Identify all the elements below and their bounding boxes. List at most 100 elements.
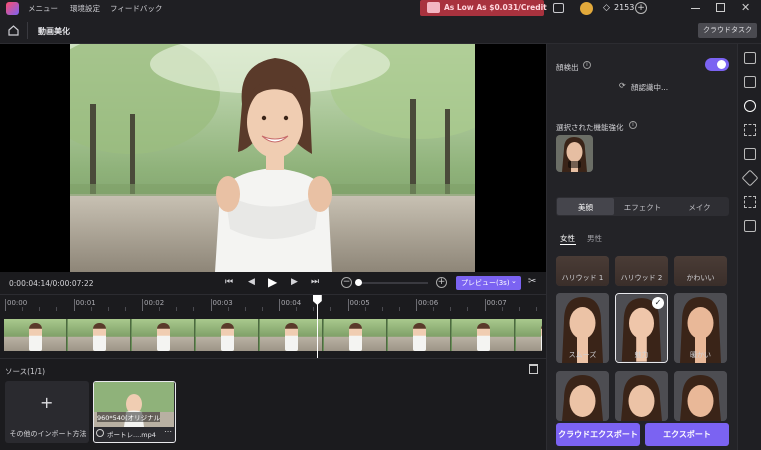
export-button[interactable]: エクスポート	[645, 423, 729, 446]
playhead[interactable]	[312, 295, 322, 359]
preset-row3-2[interactable]	[615, 371, 668, 421]
brush-icon[interactable]	[744, 148, 756, 160]
trash-icon[interactable]	[529, 364, 538, 374]
ruler-minor-tick	[381, 307, 383, 311]
ruler-tick	[73, 299, 75, 311]
preset-smooth[interactable]: スムーズ	[556, 293, 609, 363]
face-detect-toggle[interactable]	[705, 58, 729, 71]
menu-item-feedback[interactable]: フィードバック	[110, 3, 162, 14]
preset-label: ハリウッド 2	[620, 274, 663, 282]
play-icon[interactable]: ▶	[268, 275, 277, 289]
filmstrip-frame	[4, 319, 67, 351]
cloud-task-button[interactable]: クラウドタスク	[698, 23, 757, 38]
grid-icon[interactable]	[744, 124, 756, 136]
ruler-minor-tick	[159, 307, 161, 311]
source-clip[interactable]: 960*540(オリジナル ポートレ....mp4 ⋯	[93, 381, 176, 443]
filmstrip-frame	[516, 319, 542, 351]
zoom-slider[interactable]	[356, 282, 428, 284]
info-icon: i	[583, 61, 591, 69]
check-icon: ✓	[652, 297, 664, 309]
filmstrip-person	[349, 323, 362, 351]
video-preview	[0, 44, 546, 272]
skip-forward-icon[interactable]: ⏭	[311, 277, 319, 287]
maximize-icon[interactable]	[716, 3, 725, 12]
promo-banner[interactable]: As Low As $0.031/Credit	[420, 0, 547, 16]
preview-label: プレビュー(3s)	[461, 279, 510, 287]
play-box-icon[interactable]	[744, 220, 756, 232]
preset-hollywood-1[interactable]: ハリウッド 1	[556, 256, 609, 286]
menu-item-menu[interactable]: メニュー	[28, 3, 58, 14]
step-back-icon[interactable]: ◀	[248, 277, 255, 287]
preset-label: スムーズ	[568, 351, 597, 359]
tab-makeup[interactable]: メイク	[671, 202, 728, 213]
preset-hollywood-2[interactable]: ハリウッド 2	[615, 256, 668, 286]
select-icon[interactable]	[744, 196, 756, 208]
preset-row3-3[interactable]	[674, 371, 727, 421]
ruler-minor-tick	[518, 307, 520, 311]
filmstrip-person	[541, 323, 542, 351]
selected-enhancement-label: 選択された機能強化	[556, 123, 624, 132]
filmstrip-frame	[68, 319, 131, 351]
ruler-tick-label: 00:02	[144, 299, 165, 307]
filmstrip-frame	[452, 319, 515, 351]
preset-row3-1[interactable]	[556, 371, 609, 421]
clip-resolution: 960*540(オリジナル	[97, 412, 161, 422]
add-credits-icon[interactable]: +	[635, 2, 647, 14]
info-icon: i	[629, 121, 637, 129]
step-forward-icon[interactable]: ▶	[291, 277, 298, 287]
ruler-minor-tick	[296, 307, 298, 311]
chat-icon[interactable]	[553, 3, 564, 13]
preset-charm[interactable]: ✓ 魅力	[615, 293, 668, 363]
zoom-slider-handle[interactable]	[355, 279, 362, 286]
menu-item-preferences[interactable]: 環境設定	[70, 3, 100, 14]
scissors-icon[interactable]: ✂	[528, 276, 536, 287]
face-enhance-icon[interactable]	[744, 100, 756, 112]
preset-cute[interactable]: かわいい	[674, 256, 727, 286]
diamond-icon: ◇	[603, 3, 610, 13]
face-detect-label: 顔検出	[556, 63, 579, 72]
selected-enhancement-thumb[interactable]	[556, 135, 593, 172]
filmstrip-person	[29, 323, 42, 351]
spinner-icon: ⟳	[619, 81, 626, 90]
enhancement-panel: 顔検出 i ⟳ 顔認識中... 選択された機能強化 i 美顔 エフェクト メイク…	[546, 44, 737, 450]
ruler-minor-tick	[244, 307, 246, 311]
gender-tab-female[interactable]: 女性	[560, 233, 575, 244]
zoom-in-icon[interactable]: +	[436, 277, 447, 288]
zoom-out-icon[interactable]: −	[341, 277, 352, 288]
tab-beauty[interactable]: 美顔	[557, 198, 614, 215]
filmstrip-frame	[260, 319, 323, 351]
ruler-tick-label: 00:04	[281, 299, 302, 307]
face-thumb	[674, 371, 727, 421]
preset-warm[interactable]: 暖かい	[674, 293, 727, 363]
import-other-button[interactable]: + その他のインポート方法	[5, 381, 89, 443]
preset-label: ハリウッド 1	[561, 274, 604, 282]
ruler-minor-tick	[56, 307, 58, 311]
ruler-tick	[210, 299, 212, 311]
gender-tab-male[interactable]: 男性	[587, 233, 602, 244]
page-toolbar: 動画美化 クラウドタスク	[0, 17, 761, 44]
home-icon[interactable]	[8, 25, 19, 36]
ruler-minor-tick	[330, 307, 332, 311]
cloud-export-button[interactable]: クラウドエクスポート	[556, 423, 640, 446]
close-icon[interactable]: ✕	[741, 1, 750, 14]
skip-back-icon[interactable]: ⏮	[225, 277, 233, 287]
ruler-minor-tick	[39, 307, 41, 311]
more-icon[interactable]: ⋯	[164, 427, 172, 436]
ruler-minor-tick	[176, 307, 178, 311]
filmstrip-person	[413, 323, 426, 351]
ruler-minor-tick	[501, 307, 503, 311]
ruler-minor-tick	[124, 307, 126, 311]
ruler-minor-tick	[467, 307, 469, 311]
coin-icon[interactable]	[580, 2, 593, 15]
video-icon[interactable]	[744, 52, 756, 64]
tab-effect[interactable]: エフェクト	[614, 202, 671, 213]
eraser-icon[interactable]	[741, 169, 759, 187]
source-panel: ソース(1/1) + その他のインポート方法 960*540(オリジナル ポート…	[0, 358, 546, 450]
minimize-icon[interactable]	[691, 8, 700, 9]
style-tabs: 美顔 エフェクト メイク	[556, 197, 729, 216]
link-icon	[96, 429, 104, 437]
preset-label: かわいい	[686, 274, 715, 282]
enhance-icon[interactable]	[744, 76, 756, 88]
timeline[interactable]: 00:00 00:01 00:02 00:03 00:04 00:05 00:06 00:07	[0, 294, 546, 359]
preview-button[interactable]: プレビュー(3s) ⌄	[456, 276, 521, 290]
